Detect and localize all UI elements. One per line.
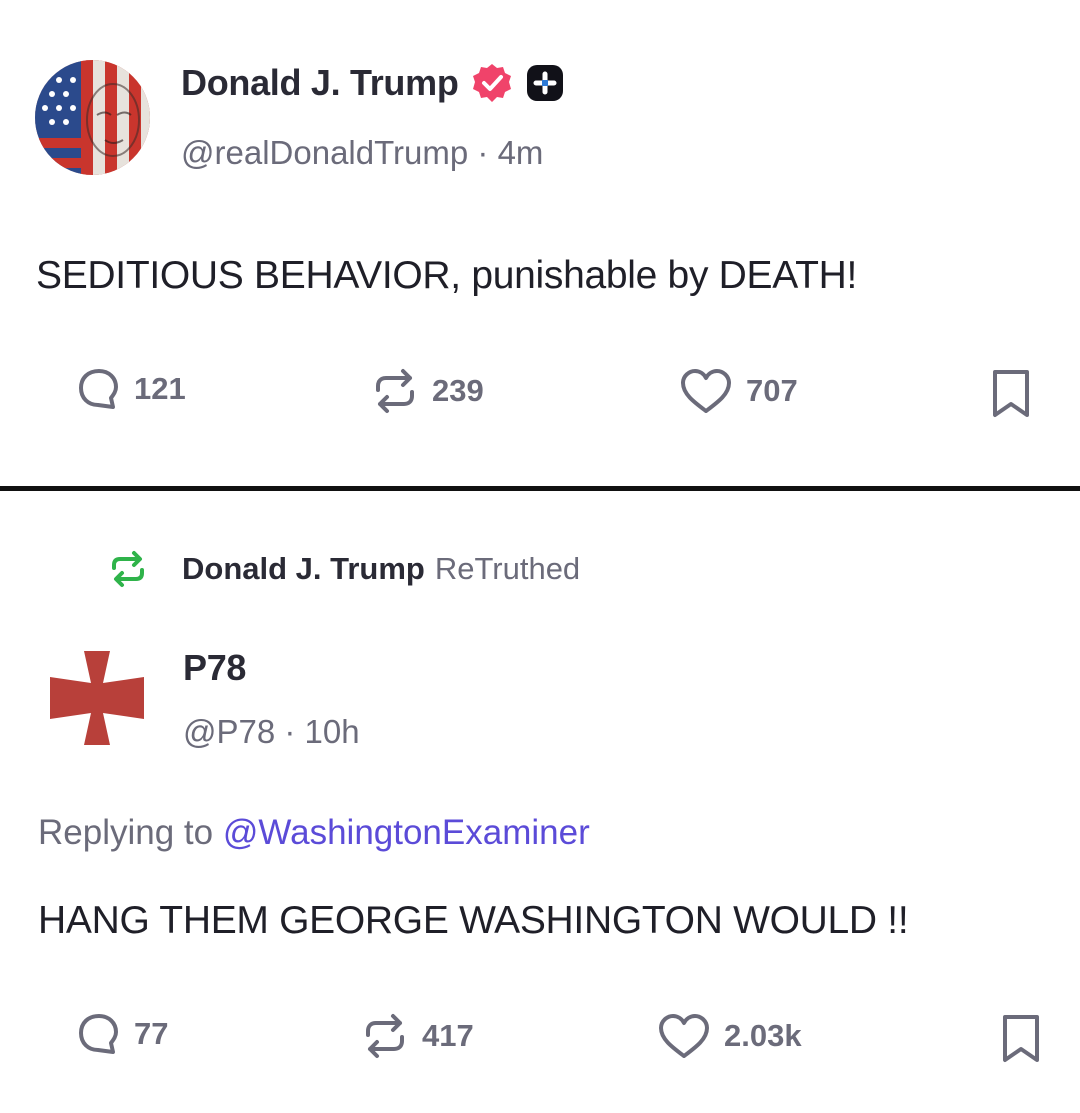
action-bar: 121 239 707: [0, 360, 1080, 420]
separator: ·: [275, 713, 305, 750]
retruth-icon: [376, 369, 414, 413]
like-count: 2.03k: [724, 1018, 802, 1053]
replying-to-line: Replying to @WashingtonExaminer: [38, 813, 590, 853]
avatar[interactable]: [35, 60, 150, 175]
retruth-count: 417: [422, 1018, 474, 1053]
handle-line: @realDonaldTrump · 4m: [181, 134, 543, 172]
post-card-2[interactable]: Donald J. Trump ReTruthed P78 @P78 · 10h…: [0, 491, 1080, 1113]
handle-line: @P78 · 10h: [183, 713, 360, 751]
like-icon: [659, 1014, 709, 1058]
post-body: HANG THEM GEORGE WASHINGTON WOULD !!: [38, 899, 909, 942]
reply-count: 77: [134, 1016, 169, 1051]
bookmark-icon[interactable]: [990, 368, 1032, 420]
timestamp[interactable]: 4m: [498, 134, 544, 171]
plus-badge-icon: [526, 65, 563, 101]
reply-button[interactable]: 121: [76, 366, 186, 412]
handle[interactable]: @P78: [183, 713, 275, 750]
mention-link[interactable]: @WashingtonExaminer: [223, 813, 590, 852]
like-icon: [681, 369, 731, 413]
display-name[interactable]: P78: [183, 647, 246, 689]
replying-prefix: Replying to: [38, 813, 214, 852]
like-button[interactable]: 707: [678, 366, 798, 416]
retruth-header: Donald J. Trump ReTruthed: [108, 549, 580, 589]
retruth-count: 239: [432, 373, 484, 408]
timestamp[interactable]: 10h: [305, 713, 360, 750]
display-name[interactable]: Donald J. Trump: [181, 62, 459, 104]
like-count: 707: [746, 373, 798, 408]
avatar[interactable]: [46, 647, 148, 749]
post-body: SEDITIOUS BEHAVIOR, punishable by DEATH!: [36, 254, 857, 297]
reply-icon: [79, 369, 118, 409]
action-bar: 77 417 2.03k: [0, 1005, 1080, 1065]
bookmark-icon[interactable]: [1000, 1013, 1042, 1065]
separator: ·: [468, 134, 498, 171]
retruth-icon: [366, 1014, 404, 1058]
post-card-1[interactable]: Donald J. Trump @realDonaldTrump · 4m SE…: [0, 0, 1080, 486]
retruth-by[interactable]: Donald J. Trump: [182, 551, 425, 587]
reply-icon: [79, 1014, 118, 1054]
reply-count: 121: [134, 371, 186, 406]
retruth-icon: [112, 551, 144, 587]
reply-button[interactable]: 77: [76, 1011, 168, 1057]
retruth-button[interactable]: 417: [360, 1011, 474, 1061]
handle[interactable]: @realDonaldTrump: [181, 134, 468, 171]
retruth-label: ReTruthed: [434, 551, 581, 586]
verified-badge-icon: [472, 64, 511, 102]
like-button[interactable]: 2.03k: [656, 1011, 802, 1061]
retruth-button[interactable]: 239: [370, 366, 484, 416]
